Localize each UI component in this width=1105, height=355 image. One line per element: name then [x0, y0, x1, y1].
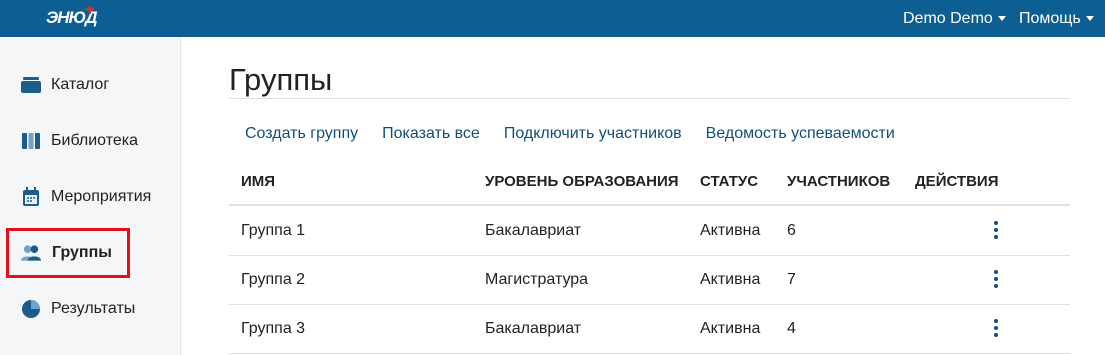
- education-level: Магистратура: [485, 271, 589, 288]
- sidebar-item-results[interactable]: Результаты: [10, 287, 170, 331]
- group-actions-bar: Создать группу Показать все Подключить у…: [245, 125, 919, 143]
- status-text: Активна: [700, 320, 761, 337]
- status-text: Активна: [700, 222, 761, 239]
- table-row[interactable]: Группа 3 Бакалавриат Активна 4: [229, 305, 1070, 354]
- members-count: 7: [787, 271, 796, 288]
- sidebar-item-label: Мероприятия: [51, 188, 152, 205]
- sidebar-item-label: Каталог: [51, 76, 110, 93]
- kebab-menu-icon[interactable]: [992, 270, 1000, 290]
- group-name[interactable]: Группа 2: [241, 271, 305, 289]
- column-header-level[interactable]: Уровень образования: [485, 173, 679, 190]
- column-header-actions: Действия: [915, 173, 999, 190]
- kebab-menu-icon[interactable]: [992, 221, 1000, 241]
- sidebar-item-label: Результаты: [51, 300, 136, 317]
- library-icon: [20, 131, 41, 152]
- users-icon: [21, 243, 42, 264]
- education-level: Бакалавриат: [485, 320, 582, 337]
- status-text: Активна: [700, 271, 761, 288]
- user-menu-label: Demo Demo: [903, 9, 993, 27]
- show-all-link[interactable]: Показать все: [382, 125, 480, 143]
- members-count: 4: [787, 320, 796, 337]
- page-title: Группы: [229, 62, 333, 97]
- table-row[interactable]: Группа 2 Магистратура Активна 7: [229, 256, 1070, 305]
- user-menu-dropdown[interactable]: Demo Demo: [903, 0, 1006, 37]
- education-level: Бакалавриат: [485, 222, 582, 239]
- create-group-link[interactable]: Создать группу: [245, 125, 358, 143]
- table-row[interactable]: Группа 1 Бакалавриат Активна 6: [229, 207, 1070, 256]
- sidebar: Каталог Библиотека Мероприятия Группы Ре…: [0, 37, 181, 355]
- column-header-members[interactable]: Участников: [787, 173, 890, 190]
- group-name[interactable]: Группа 1: [241, 222, 305, 240]
- app-logo[interactable]: ЭНЮД: [42, 5, 102, 31]
- help-menu-label: Помощь: [1019, 9, 1081, 27]
- column-header-status[interactable]: Статус: [700, 173, 758, 190]
- kebab-menu-icon[interactable]: [992, 319, 1000, 339]
- sidebar-item-events[interactable]: Мероприятия: [10, 175, 170, 219]
- chevron-down-icon: [997, 16, 1006, 21]
- help-menu-dropdown[interactable]: Помощь: [1019, 0, 1094, 37]
- pie-chart-icon: [20, 299, 41, 320]
- gradebook-link[interactable]: Ведомость успеваемости: [706, 125, 895, 143]
- catalog-icon: [20, 75, 41, 96]
- divider: [229, 98, 1070, 99]
- logo-hat-icon: [85, 6, 95, 14]
- top-navbar: ЭНЮД Demo Demo Помощь: [0, 0, 1105, 37]
- sidebar-item-label: Библиотека: [51, 132, 138, 149]
- table-header: Имя Уровень образования Статус Участнико…: [229, 161, 1070, 206]
- calendar-icon: [20, 187, 41, 208]
- sidebar-item-groups[interactable]: Группы: [6, 228, 130, 278]
- add-participants-link[interactable]: Подключить участников: [504, 125, 682, 143]
- sidebar-item-catalog[interactable]: Каталог: [10, 63, 170, 107]
- chevron-down-icon: [1085, 16, 1094, 21]
- group-name[interactable]: Группа 3: [241, 320, 305, 338]
- sidebar-item-label: Группы: [52, 244, 112, 261]
- sidebar-item-library[interactable]: Библиотека: [10, 119, 170, 163]
- column-header-name[interactable]: Имя: [241, 173, 275, 190]
- members-count: 6: [787, 222, 796, 239]
